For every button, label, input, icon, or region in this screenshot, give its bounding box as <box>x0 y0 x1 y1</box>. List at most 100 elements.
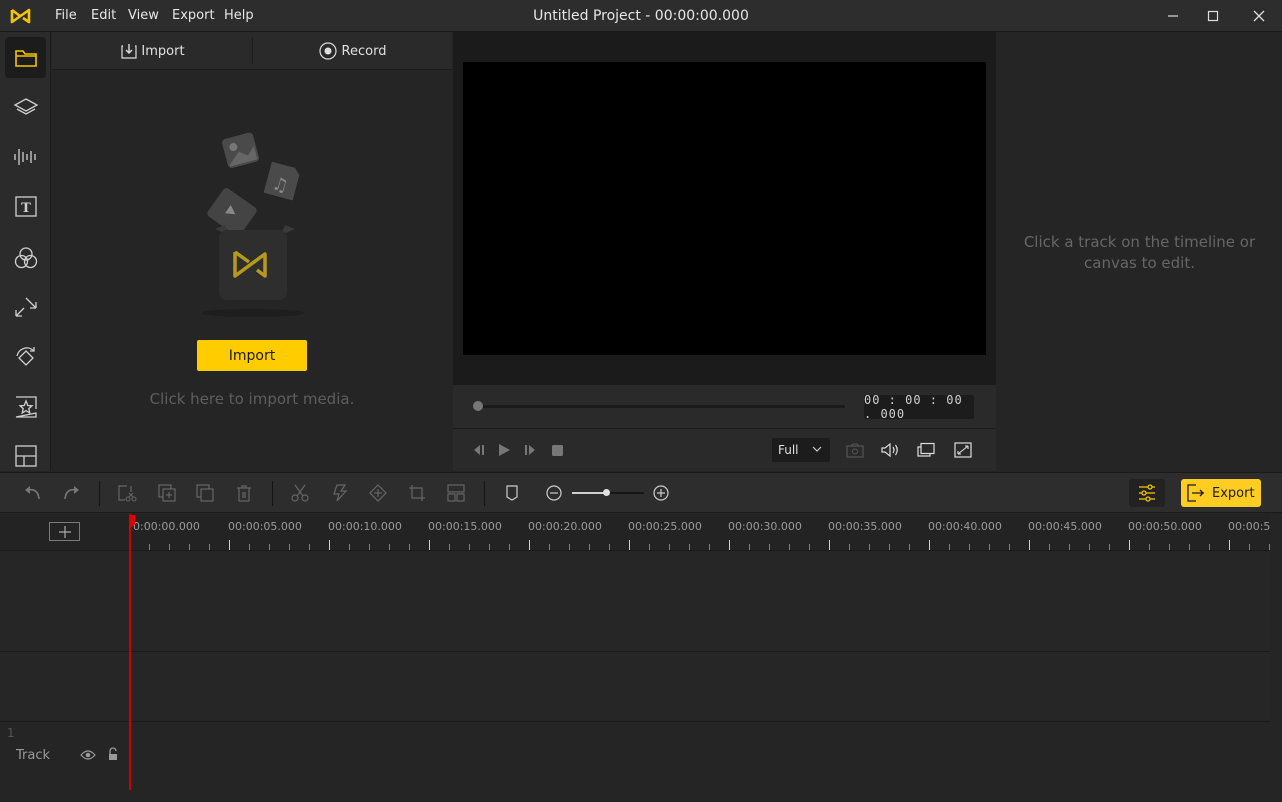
sidebar-item-animations[interactable] <box>5 336 46 377</box>
eye-icon <box>80 748 96 762</box>
sidebar-item-transitions[interactable] <box>5 286 46 327</box>
duplicate-button[interactable] <box>155 481 179 505</box>
playhead[interactable] <box>129 514 131 790</box>
fullscreen-button[interactable] <box>952 439 974 461</box>
prev-frame-icon <box>472 443 486 457</box>
close-button[interactable] <box>1236 0 1282 32</box>
crop-button[interactable] <box>405 481 429 505</box>
undo-button[interactable] <box>21 481 45 505</box>
keyframe-button[interactable] <box>366 481 390 505</box>
ruler-minor-tick <box>489 544 490 550</box>
preview-zoom-select[interactable]: Full <box>772 438 830 462</box>
copy-icon <box>195 484 215 502</box>
sidebar-item-templates[interactable] <box>5 435 46 476</box>
seek-handle[interactable] <box>473 401 483 411</box>
copy-button[interactable] <box>193 481 217 505</box>
time-ruler[interactable]: 0:00:00.000 00:00:05.000 00:00:10.000 00:00… <box>129 514 1270 551</box>
delete-button[interactable] <box>232 481 256 505</box>
ruler-minor-tick <box>1009 544 1010 550</box>
next-frame-button[interactable] <box>520 439 540 461</box>
zoom-out-button[interactable] <box>542 481 566 505</box>
ruler-major-tick <box>329 540 330 550</box>
ruler-minor-tick <box>849 544 850 550</box>
undo-icon <box>23 484 43 502</box>
ruler-minor-tick <box>969 544 970 550</box>
track-lock-toggle[interactable] <box>107 747 119 761</box>
ruler-label: 00:00:20.000 <box>528 520 602 533</box>
redo-button[interactable] <box>59 481 83 505</box>
settings-button[interactable] <box>1129 479 1165 507</box>
stop-button[interactable] <box>547 439 567 461</box>
ruler-major-tick <box>1229 540 1230 550</box>
play-button[interactable] <box>494 439 514 461</box>
folder-icon <box>14 47 38 69</box>
sticker-star-icon <box>14 395 38 419</box>
ruler-minor-tick <box>1169 544 1170 550</box>
timeline-zoom-slider[interactable] <box>572 489 644 496</box>
menu-export[interactable]: Export <box>172 0 215 32</box>
ruler-minor-tick <box>1109 544 1110 550</box>
prev-frame-button[interactable] <box>469 439 489 461</box>
ruler-minor-tick <box>669 544 670 550</box>
maximize-button[interactable] <box>1190 0 1236 32</box>
ruler-minor-tick <box>609 544 610 550</box>
preview-canvas[interactable] <box>463 62 986 355</box>
sidebar-item-stickers[interactable] <box>5 386 46 427</box>
sidebar-item-text[interactable]: T <box>5 186 46 227</box>
export-button[interactable]: Export <box>1181 479 1261 507</box>
menu-help[interactable]: Help <box>224 0 254 32</box>
track-lane[interactable] <box>0 551 1270 652</box>
ruler-major-tick <box>629 540 630 550</box>
layout-button[interactable] <box>444 481 468 505</box>
redo-icon <box>61 484 81 502</box>
ruler-minor-tick <box>149 544 150 550</box>
sidebar-item-audio[interactable] <box>5 136 46 177</box>
split-button[interactable] <box>288 481 312 505</box>
toolbar-divider <box>99 481 100 506</box>
zoom-in-button[interactable] <box>649 481 673 505</box>
scissors-icon <box>291 484 309 502</box>
trash-icon <box>235 484 253 502</box>
delete-gap-button[interactable] <box>115 481 139 505</box>
track-lane[interactable] <box>0 652 1270 722</box>
zoom-slider-handle[interactable] <box>603 489 610 496</box>
ruler-minor-tick <box>389 544 390 550</box>
track-visibility-toggle[interactable] <box>80 748 96 762</box>
duplicate-add-icon <box>157 484 177 502</box>
add-track-button[interactable] <box>49 522 80 541</box>
menu-file[interactable]: File <box>55 0 77 32</box>
sidebar-item-layers[interactable] <box>5 87 46 128</box>
lightning-icon <box>330 484 348 502</box>
ruler-minor-tick <box>909 544 910 550</box>
ruler-label: 00:00:05.000 <box>228 520 302 533</box>
tab-import-label: Import <box>141 43 185 59</box>
import-illustration[interactable]: ♫ <box>197 127 317 322</box>
pip-button[interactable] <box>915 439 937 461</box>
ruler-minor-tick <box>709 544 710 550</box>
sidebar-item-media[interactable] <box>5 37 46 78</box>
title-bar: File Edit View Export Help Untitled Proj… <box>0 0 1282 32</box>
marker-button[interactable] <box>500 481 524 505</box>
ruler-major-tick <box>429 540 430 550</box>
track-number: 1 <box>7 726 15 740</box>
seek-bar[interactable] <box>479 405 845 408</box>
ruler-minor-tick <box>1249 544 1250 550</box>
ruler-minor-tick <box>1149 544 1150 550</box>
ruler-minor-tick <box>1209 544 1210 550</box>
sidebar-item-filters[interactable] <box>5 237 46 278</box>
speed-button[interactable] <box>327 481 351 505</box>
tab-record[interactable]: Record <box>252 32 452 70</box>
import-button[interactable]: Import <box>197 340 307 371</box>
menu-edit[interactable]: Edit <box>91 0 116 32</box>
volume-button[interactable] <box>879 439 901 461</box>
layout-grid-icon <box>447 484 465 502</box>
toolbar-divider <box>484 481 485 506</box>
tab-import[interactable]: Import <box>52 32 252 70</box>
import-hint[interactable]: Click here to import media. <box>52 390 452 408</box>
stop-icon <box>550 443 564 457</box>
chevron-down-icon <box>812 444 822 454</box>
ruler-minor-tick <box>809 544 810 550</box>
timeline-scrollbar[interactable] <box>1270 551 1282 802</box>
snapshot-button[interactable] <box>844 439 866 461</box>
menu-view[interactable]: View <box>128 0 159 32</box>
